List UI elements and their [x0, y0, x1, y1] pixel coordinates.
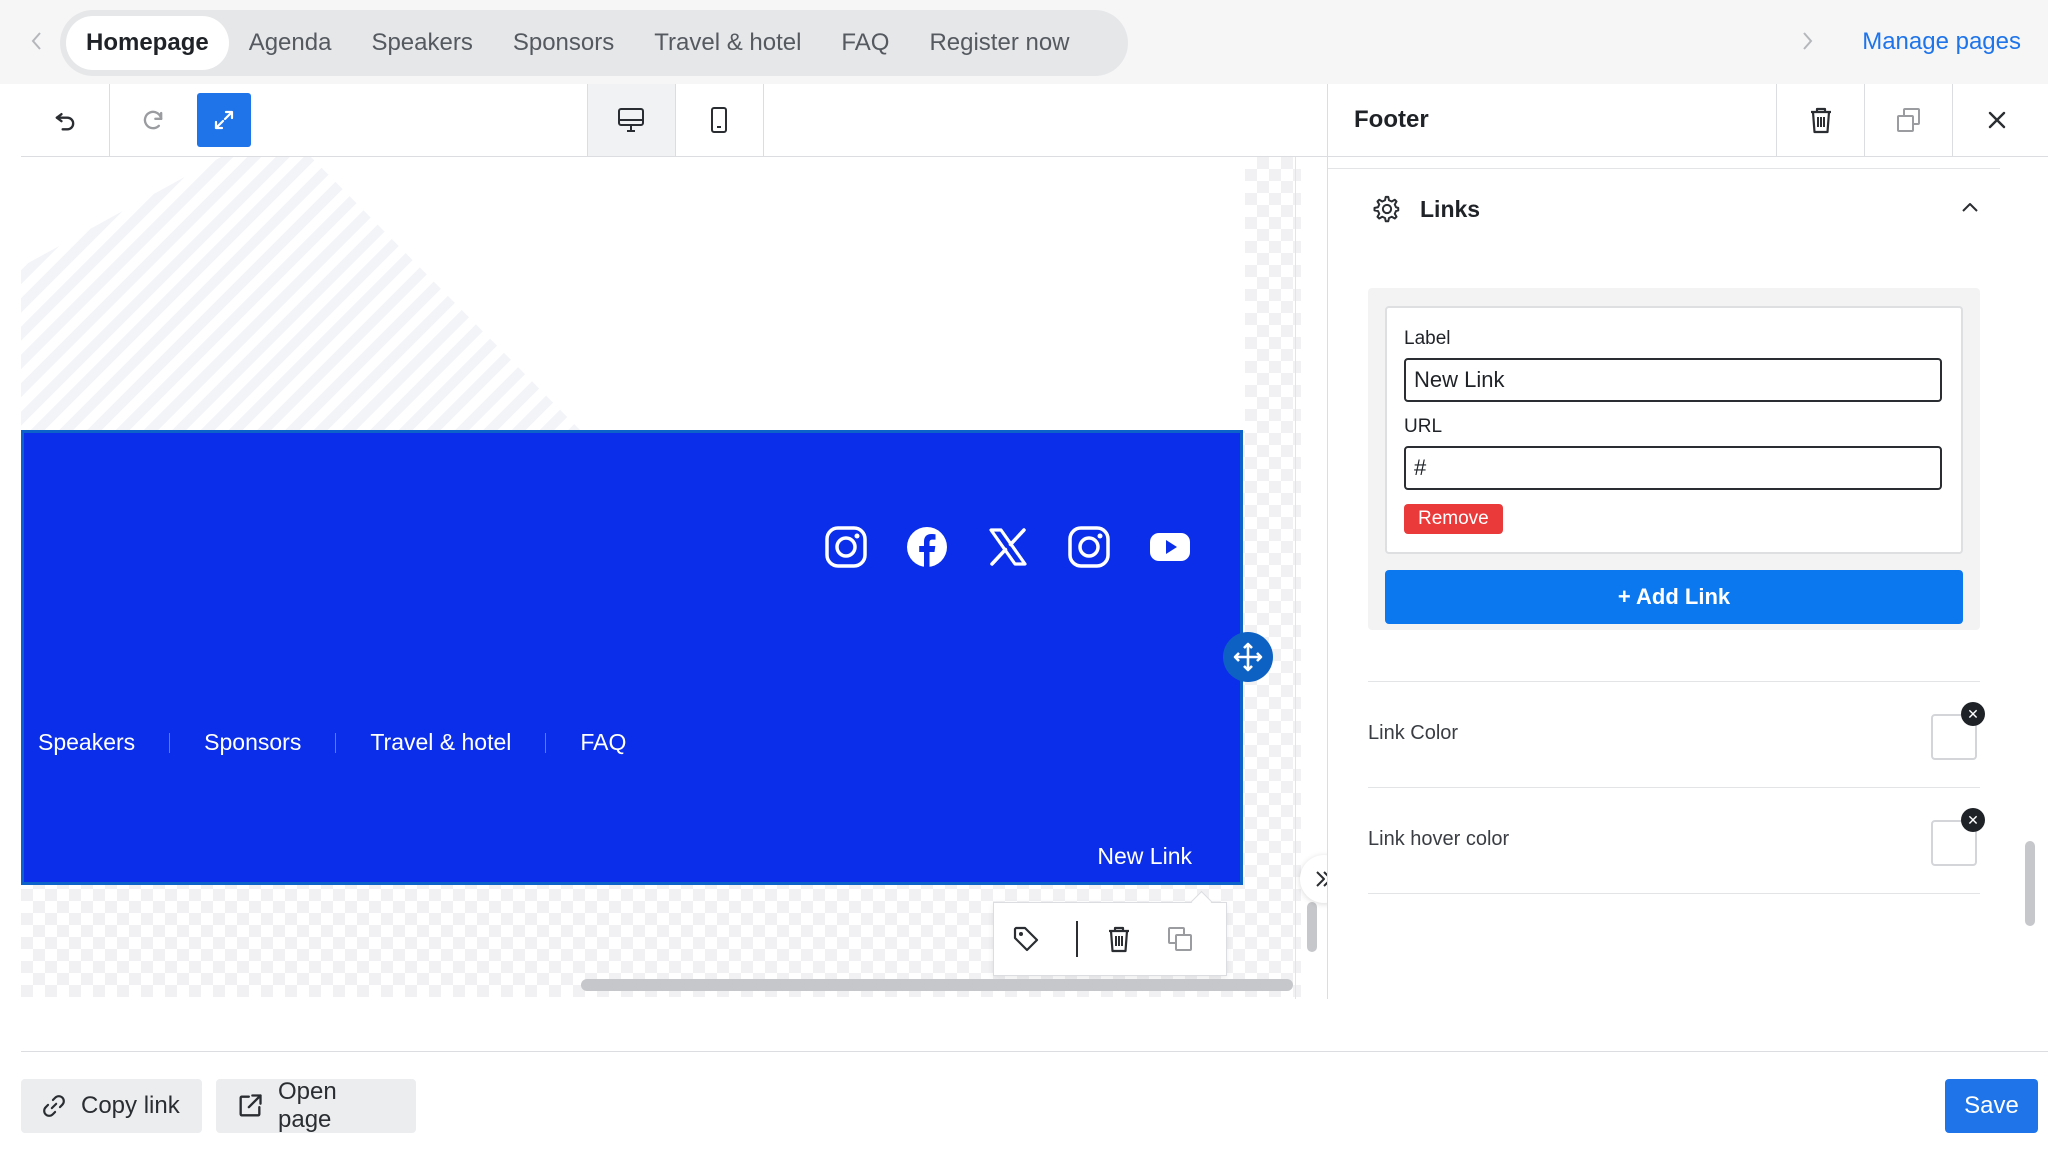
close-panel-button[interactable] [1952, 84, 2041, 156]
redo-button[interactable] [109, 84, 197, 156]
duplicate-block-button[interactable] [1864, 84, 1953, 156]
scroll-right-chevron-icon[interactable] [1800, 30, 1814, 52]
link-label-input[interactable]: New Link [1404, 358, 1942, 402]
undo-button[interactable] [21, 84, 109, 156]
manage-pages-link[interactable]: Manage pages [1862, 28, 2021, 56]
desktop-view-button[interactable] [587, 84, 675, 156]
copy-link-label: Copy link [81, 1092, 180, 1119]
copy-icon [1895, 106, 1923, 134]
toolbar-divider [587, 84, 588, 156]
element-toolbar [993, 890, 1227, 976]
url-field-label: URL [1404, 416, 1443, 437]
redo-icon [139, 106, 167, 134]
footer-nav-item[interactable]: FAQ [546, 729, 660, 756]
clear-color-icon[interactable]: ✕ [1961, 702, 1985, 726]
tab-sponsors[interactable]: Sponsors [493, 16, 634, 70]
link-icon [41, 1093, 67, 1119]
toolbar-divider [1076, 921, 1078, 957]
bottom-bar-divider [21, 1051, 2048, 1052]
delete-block-button[interactable] [1776, 84, 1865, 156]
properties-panel: Footer Links Label New Link URL # Remove… [1327, 84, 2048, 999]
footer-custom-link[interactable]: New Link [1097, 843, 1192, 870]
mobile-view-button[interactable] [675, 84, 763, 156]
clear-color-icon[interactable]: ✕ [1961, 808, 1985, 832]
link-color-label: Link Color [1368, 722, 1459, 744]
link-url-input[interactable]: # [1404, 446, 1942, 490]
divider [1368, 893, 1980, 894]
label-field-label: Label [1404, 328, 1451, 349]
page-canvas[interactable]: Speakers Sponsors Travel & hotel FAQ New… [21, 157, 1327, 999]
divider [1368, 681, 1980, 682]
footer-nav-item[interactable]: Speakers [38, 729, 169, 756]
divider [1368, 787, 1980, 788]
external-link-icon [236, 1092, 264, 1120]
link-hover-color-label: Link hover color [1368, 828, 1510, 850]
page-tabs: Homepage Agenda Speakers Sponsors Travel… [60, 10, 1128, 76]
youtube-icon[interactable] [1148, 525, 1192, 569]
horizontal-scrollbar[interactable] [581, 979, 1293, 991]
remove-link-button[interactable]: Remove [1404, 504, 1503, 534]
links-section-title[interactable]: Links [1420, 196, 1480, 223]
add-link-button[interactable]: + Add Link [1385, 570, 1963, 624]
panel-header: Footer [1328, 84, 2048, 157]
undo-icon [51, 106, 79, 134]
expand-icon [212, 108, 236, 132]
footer-block[interactable]: Speakers Sponsors Travel & hotel FAQ New… [21, 430, 1243, 885]
instagram-icon[interactable] [1067, 525, 1111, 569]
expand-button[interactable] [197, 93, 251, 147]
section-divider [1328, 168, 2000, 169]
open-page-label: Open page [278, 1078, 337, 1133]
vertical-scrollbar[interactable] [1307, 902, 1317, 952]
footer-nav-item[interactable]: Sponsors [170, 729, 335, 756]
canvas-edge-divider [1295, 157, 1296, 999]
editor-toolbar [21, 84, 1327, 157]
links-editor: Label New Link URL # Remove + Add Link [1368, 288, 1980, 630]
facebook-icon[interactable] [905, 525, 949, 569]
link-item: Label New Link URL # Remove [1385, 306, 1963, 554]
toolbar-divider [675, 84, 676, 156]
decorative-stripes [21, 157, 581, 431]
delete-element-icon[interactable] [1106, 925, 1132, 953]
scroll-left-chevron-icon[interactable] [30, 30, 44, 52]
toolbar-divider [109, 84, 110, 156]
copy-link-button[interactable]: Copy link [21, 1079, 202, 1133]
tab-agenda[interactable]: Agenda [229, 16, 352, 70]
open-page-button[interactable]: Open page [216, 1078, 416, 1133]
tag-icon[interactable] [1012, 925, 1040, 953]
canvas-section[interactable] [21, 157, 1245, 431]
panel-content: Links Label New Link URL # Remove + Add … [1328, 156, 2048, 999]
footer-nav-item[interactable]: Travel & hotel [336, 729, 545, 756]
close-icon [1986, 109, 2008, 131]
save-button[interactable]: Save [1945, 1079, 2038, 1133]
tab-faq[interactable]: FAQ [821, 16, 909, 70]
tab-speakers[interactable]: Speakers [351, 16, 492, 70]
tab-travel-hotel[interactable]: Travel & hotel [634, 16, 821, 70]
toolbar-divider [763, 84, 764, 156]
panel-scrollbar[interactable] [2025, 841, 2035, 926]
desktop-icon [616, 106, 646, 134]
move-handle-icon[interactable] [1223, 632, 1273, 682]
instagram-icon[interactable] [824, 525, 868, 569]
tab-register-now[interactable]: Register now [909, 16, 1089, 70]
tab-homepage[interactable]: Homepage [66, 16, 229, 70]
x-twitter-icon[interactable] [986, 525, 1030, 569]
footer-nav: Speakers Sponsors Travel & hotel FAQ [38, 729, 660, 756]
panel-title: Footer [1354, 106, 1429, 133]
trash-icon [1808, 106, 1834, 134]
chevron-up-icon[interactable] [1960, 200, 1980, 214]
gear-icon [1372, 194, 1402, 224]
mobile-icon [709, 106, 729, 134]
duplicate-element-icon[interactable] [1166, 925, 1194, 953]
